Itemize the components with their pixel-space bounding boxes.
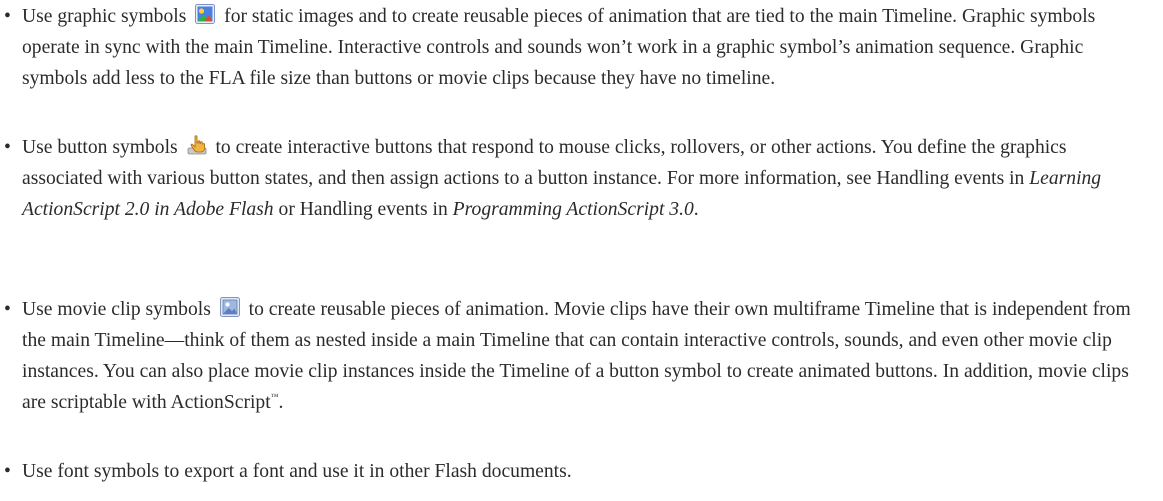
graphic-symbol-icon: [194, 3, 216, 25]
item-text: to create interactive buttons that respo…: [22, 137, 1067, 189]
button-symbol-icon: [186, 134, 208, 156]
trademark-symbol: ™: [270, 392, 279, 401]
list-item-graphic-symbols: • Use graphic symbols for static images …: [0, 1, 1150, 94]
item-text: Use graphic symbols: [22, 6, 187, 27]
item-text: Use font symbols to export a font and us…: [22, 461, 572, 482]
list-item-button-symbols: • Use button symbols to create interacti…: [0, 132, 1150, 225]
bullet: •: [4, 299, 11, 320]
list-item-font-symbols: • Use font symbols to export a font and …: [0, 456, 1150, 487]
bullet: •: [4, 137, 11, 158]
item-text-italic: Programming ActionScript 3.0: [452, 199, 694, 220]
item-text: .: [278, 392, 284, 413]
movie-clip-symbol-icon: [219, 296, 241, 318]
bullet: •: [4, 461, 11, 482]
bullet: •: [4, 6, 11, 27]
item-text: .: [693, 199, 699, 220]
document-page: • Use graphic symbols for static images …: [0, 0, 1163, 501]
list-item-movie-clip-symbols: • Use movie clip symbols to create reusa…: [0, 294, 1150, 418]
item-text: or Handling events in: [278, 199, 448, 220]
item-text: Use movie clip symbols: [22, 299, 211, 320]
item-text: Use button symbols: [22, 137, 178, 158]
